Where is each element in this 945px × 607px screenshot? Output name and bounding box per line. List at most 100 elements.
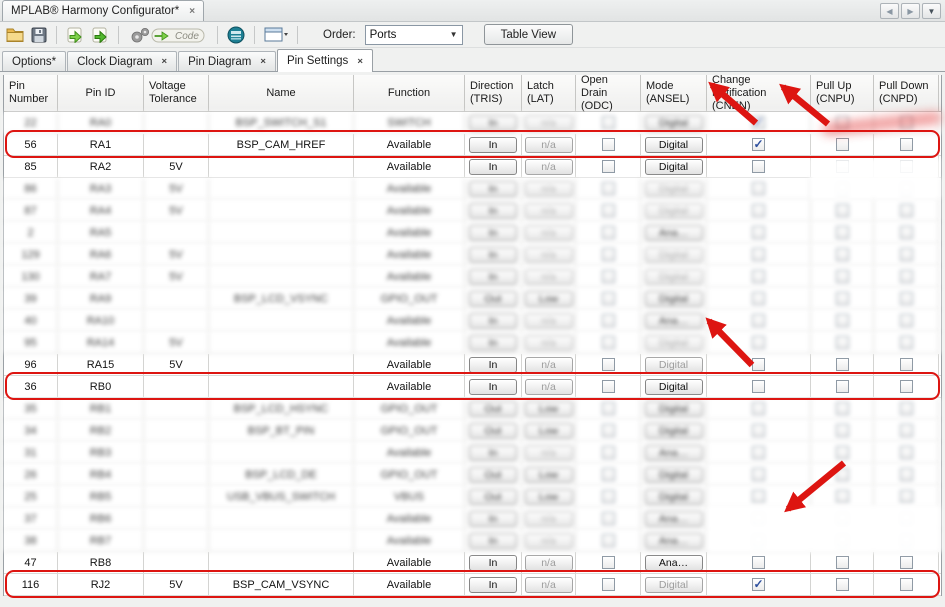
column-header-pin-id[interactable]: Pin ID xyxy=(58,75,144,111)
generate-page-arrow-icon[interactable] xyxy=(64,25,86,45)
pull-up-checkbox[interactable] xyxy=(836,204,849,217)
pull-up-checkbox[interactable] xyxy=(836,556,849,569)
change-notification-checkbox[interactable] xyxy=(752,402,765,415)
table-view-button[interactable]: Table View xyxy=(484,24,573,45)
latch-button[interactable]: n/a xyxy=(525,181,573,197)
pull-down-checkbox[interactable] xyxy=(900,358,913,371)
direction-button[interactable]: In xyxy=(469,313,517,329)
direction-button[interactable]: In xyxy=(469,445,517,461)
mode-button[interactable]: Digital xyxy=(645,269,703,285)
direction-button[interactable]: In xyxy=(469,247,517,263)
column-header-function[interactable]: Function xyxy=(354,75,465,111)
open-folder-icon[interactable] xyxy=(4,25,26,45)
generate-page-arrow-dark-icon[interactable] xyxy=(89,25,111,45)
mode-button[interactable]: Digital xyxy=(645,247,703,263)
pull-down-checkbox[interactable] xyxy=(900,446,913,459)
scroll-tabs-right-button[interactable]: ▶ xyxy=(901,3,920,19)
direction-button[interactable]: In xyxy=(469,511,517,527)
mode-button[interactable]: Digital xyxy=(645,401,703,417)
mode-button[interactable]: Digital xyxy=(645,159,703,175)
open-drain-checkbox[interactable] xyxy=(602,556,615,569)
pull-down-checkbox[interactable] xyxy=(900,556,913,569)
pull-up-checkbox[interactable] xyxy=(836,446,849,459)
pull-down-checkbox[interactable] xyxy=(900,314,913,327)
tab-pin-settings[interactable]: Pin Settings× xyxy=(277,49,373,72)
change-notification-checkbox[interactable] xyxy=(752,336,765,349)
mode-button[interactable]: Ana… xyxy=(645,511,703,527)
latch-button[interactable]: n/a xyxy=(525,115,573,131)
latch-button[interactable]: Low xyxy=(525,291,573,307)
change-notification-checkbox[interactable] xyxy=(752,204,765,217)
latch-button[interactable]: n/a xyxy=(525,555,573,571)
mode-button[interactable]: Digital xyxy=(645,203,703,219)
generate-code-gears-icon[interactable]: Code xyxy=(126,25,210,45)
mode-button[interactable]: Digital xyxy=(645,181,703,197)
change-notification-checkbox[interactable] xyxy=(752,270,765,283)
pull-down-checkbox[interactable] xyxy=(900,204,913,217)
tab-list-dropdown-button[interactable]: ▼ xyxy=(922,3,941,19)
mode-button[interactable]: Ana… xyxy=(645,445,703,461)
latch-button[interactable]: n/a xyxy=(525,357,573,373)
direction-button[interactable]: In xyxy=(469,225,517,241)
pull-up-checkbox[interactable] xyxy=(836,358,849,371)
open-drain-checkbox[interactable] xyxy=(602,512,615,525)
change-notification-checkbox[interactable] xyxy=(752,556,765,569)
latch-button[interactable]: n/a xyxy=(525,269,573,285)
change-notification-checkbox[interactable] xyxy=(752,314,765,327)
direction-button[interactable]: Out xyxy=(469,423,517,439)
direction-button[interactable]: Out xyxy=(469,467,517,483)
latch-button[interactable]: n/a xyxy=(525,533,573,549)
open-drain-checkbox[interactable] xyxy=(602,292,615,305)
pull-up-checkbox[interactable] xyxy=(836,490,849,503)
open-drain-checkbox[interactable] xyxy=(602,116,615,129)
pull-up-checkbox[interactable] xyxy=(836,292,849,305)
direction-button[interactable]: In xyxy=(469,269,517,285)
document-tab-harmony-configurator[interactable]: MPLAB® Harmony Configurator* × xyxy=(2,0,204,21)
change-notification-checkbox[interactable] xyxy=(752,292,765,305)
column-header-pin[interactable]: PinNumber xyxy=(4,75,58,111)
tab-close-icon[interactable]: × xyxy=(260,56,266,67)
pull-down-checkbox[interactable] xyxy=(900,292,913,305)
open-drain-checkbox[interactable] xyxy=(602,314,615,327)
pull-down-checkbox[interactable] xyxy=(900,424,913,437)
change-notification-checkbox[interactable] xyxy=(752,248,765,261)
change-notification-checkbox[interactable] xyxy=(752,446,765,459)
pull-up-checkbox[interactable] xyxy=(836,226,849,239)
mode-button[interactable]: Digital xyxy=(645,489,703,505)
column-header-change-notification[interactable]: Change Notification(CNEN) xyxy=(707,75,811,111)
column-header-pull-up[interactable]: Pull Up(CNPU) xyxy=(811,75,874,111)
change-notification-checkbox[interactable] xyxy=(752,116,765,129)
pull-up-checkbox[interactable] xyxy=(836,270,849,283)
change-notification-checkbox[interactable] xyxy=(752,490,765,503)
open-drain-checkbox[interactable] xyxy=(602,424,615,437)
direction-button[interactable]: In xyxy=(469,203,517,219)
pull-down-checkbox[interactable] xyxy=(900,270,913,283)
column-header-pull-down[interactable]: Pull Down(CNPD) xyxy=(874,75,939,111)
latch-button[interactable]: n/a xyxy=(525,159,573,175)
direction-button[interactable]: In xyxy=(469,357,517,373)
direction-button[interactable]: In xyxy=(469,533,517,549)
change-notification-checkbox[interactable] xyxy=(752,226,765,239)
open-drain-checkbox[interactable] xyxy=(602,204,615,217)
open-drain-checkbox[interactable] xyxy=(602,468,615,481)
direction-button[interactable]: Out xyxy=(469,291,517,307)
open-drain-checkbox[interactable] xyxy=(602,160,615,173)
open-drain-checkbox[interactable] xyxy=(602,226,615,239)
pull-down-checkbox[interactable] xyxy=(900,468,913,481)
open-drain-checkbox[interactable] xyxy=(602,358,615,371)
latch-button[interactable]: n/a xyxy=(525,445,573,461)
pull-up-checkbox[interactable] xyxy=(836,336,849,349)
pull-up-checkbox[interactable] xyxy=(836,314,849,327)
pull-down-checkbox[interactable] xyxy=(900,490,913,503)
pull-down-checkbox[interactable] xyxy=(900,336,913,349)
mplab-harmony-badge-icon[interactable] xyxy=(225,25,247,45)
window-layout-icon[interactable] xyxy=(262,25,290,45)
direction-button[interactable]: In xyxy=(469,159,517,175)
tab-clock-diagram[interactable]: Clock Diagram× xyxy=(67,51,177,71)
save-icon[interactable] xyxy=(29,25,49,45)
open-drain-checkbox[interactable] xyxy=(602,402,615,415)
mode-button[interactable]: Digital xyxy=(645,115,703,131)
latch-button[interactable]: n/a xyxy=(525,225,573,241)
mode-button[interactable]: Ana… xyxy=(645,555,703,571)
pull-up-checkbox[interactable] xyxy=(836,248,849,261)
